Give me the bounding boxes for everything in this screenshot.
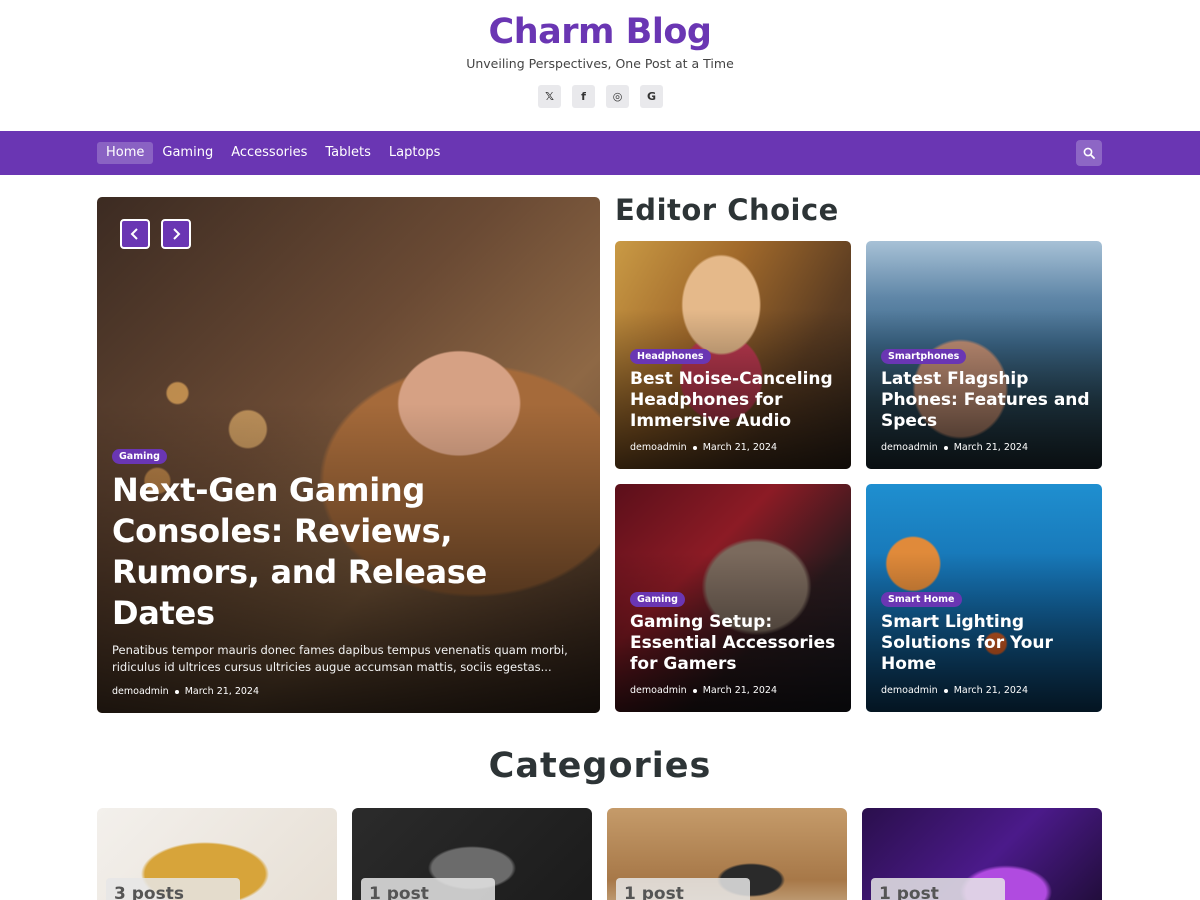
category-tile[interactable]: 1 post: [607, 808, 847, 900]
card-content: Smartphones Latest Flagship Phones: Feat…: [881, 344, 1092, 453]
nav-item-tablets[interactable]: Tablets: [316, 142, 380, 164]
chevron-left-icon: [130, 228, 138, 240]
card-content: Headphones Best Noise-Canceling Headphon…: [630, 344, 841, 453]
search-icon: [1083, 147, 1095, 159]
category-badge[interactable]: Smart Home: [881, 592, 962, 607]
nav-item-home[interactable]: Home: [97, 142, 154, 164]
post-card[interactable]: Headphones Best Noise-Canceling Headphon…: [615, 241, 851, 469]
meta-separator: [692, 445, 697, 450]
post-meta: demoadmin March 21, 2024: [112, 686, 586, 697]
post-meta: demoadmin March 21, 2024: [630, 442, 841, 453]
nav-item-laptops[interactable]: Laptops: [380, 142, 450, 164]
chevron-right-icon: [173, 228, 181, 240]
meta-separator: [943, 688, 948, 693]
card-title[interactable]: Latest Flagship Phones: Features and Spe…: [881, 369, 1092, 432]
post-meta: demoadmin March 21, 2024: [630, 685, 841, 696]
card-content: Gaming Gaming Setup: Essential Accessori…: [630, 587, 841, 696]
post-meta: demoadmin March 21, 2024: [881, 442, 1092, 453]
category-badge[interactable]: Gaming: [630, 592, 685, 607]
google-icon[interactable]: G: [640, 85, 663, 108]
social-links: 𝕏 f ◎ G: [538, 85, 663, 108]
meta-separator: [692, 688, 697, 693]
post-author[interactable]: demoadmin: [881, 685, 938, 696]
card-title[interactable]: Smart Lighting Solutions for Your Home: [881, 612, 1092, 675]
post-date[interactable]: March 21, 2024: [703, 685, 777, 696]
hero-excerpt: Penatibus tempor mauris donec fames dapi…: [112, 643, 568, 674]
category-badge[interactable]: Headphones: [630, 349, 711, 364]
search-button[interactable]: [1076, 140, 1102, 166]
hero-title[interactable]: Next-Gen Gaming Consoles: Reviews, Rumor…: [112, 470, 586, 634]
x-twitter-icon[interactable]: 𝕏: [538, 85, 561, 108]
category-post-count: 1 post: [361, 878, 495, 900]
meta-separator: [943, 445, 948, 450]
facebook-icon[interactable]: f: [572, 85, 595, 108]
post-date[interactable]: March 21, 2024: [954, 685, 1028, 696]
instagram-icon[interactable]: ◎: [606, 85, 629, 108]
category-badge[interactable]: Smartphones: [881, 349, 967, 364]
slider-prev-button[interactable]: [120, 219, 150, 249]
post-date[interactable]: March 21, 2024: [185, 686, 259, 697]
category-badge[interactable]: Gaming: [112, 449, 167, 464]
site-title[interactable]: Charm Blog: [0, 12, 1200, 52]
post-author[interactable]: demoadmin: [630, 442, 687, 453]
slider-next-button[interactable]: [161, 219, 191, 249]
card-title[interactable]: Gaming Setup: Essential Accessories for …: [630, 612, 841, 675]
post-author[interactable]: demoadmin: [112, 686, 169, 697]
card-title[interactable]: Best Noise-Canceling Headphones for Imme…: [630, 369, 841, 432]
post-author[interactable]: demoadmin: [881, 442, 938, 453]
post-card[interactable]: Smartphones Latest Flagship Phones: Feat…: [866, 241, 1102, 469]
site-header: Charm Blog Unveiling Perspectives, One P…: [0, 0, 1200, 131]
category-post-count: 1 post: [871, 878, 1005, 900]
nav-item-gaming[interactable]: Gaming: [153, 142, 222, 164]
category-post-count: 1 post: [616, 878, 750, 900]
post-date[interactable]: March 21, 2024: [954, 442, 1028, 453]
post-meta: demoadmin March 21, 2024: [881, 685, 1092, 696]
post-card[interactable]: Smart Home Smart Lighting Solutions for …: [866, 484, 1102, 712]
hero-slide[interactable]: Gaming Next-Gen Gaming Consoles: Reviews…: [97, 197, 600, 713]
categories-heading: Categories: [488, 746, 712, 786]
post-date[interactable]: March 21, 2024: [703, 442, 777, 453]
card-content: Smart Home Smart Lighting Solutions for …: [881, 587, 1092, 696]
category-tile[interactable]: 1 post: [862, 808, 1102, 900]
main-navbar: Home Gaming Accessories Tablets Laptops: [0, 131, 1200, 175]
meta-separator: [174, 689, 179, 694]
category-tile[interactable]: 3 posts: [97, 808, 337, 900]
category-post-count: 3 posts: [106, 878, 240, 900]
post-author[interactable]: demoadmin: [630, 685, 687, 696]
post-card[interactable]: Gaming Gaming Setup: Essential Accessori…: [615, 484, 851, 712]
site-tagline: Unveiling Perspectives, One Post at a Ti…: [466, 56, 734, 71]
category-tile[interactable]: 1 post: [352, 808, 592, 900]
editor-choice-heading: Editor Choice: [615, 193, 839, 227]
hero-content: Gaming Next-Gen Gaming Consoles: Reviews…: [112, 444, 586, 697]
nav-menu: Home Gaming Accessories Tablets Laptops: [97, 142, 449, 164]
nav-item-accessories[interactable]: Accessories: [222, 142, 316, 164]
